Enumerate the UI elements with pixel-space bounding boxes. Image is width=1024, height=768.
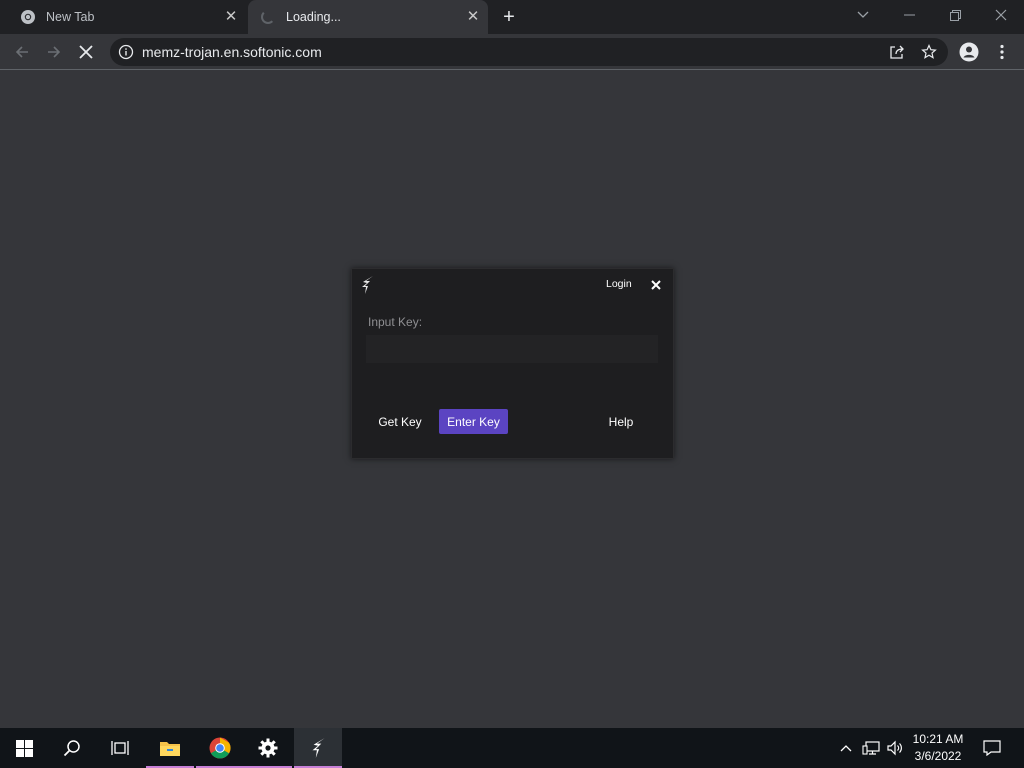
tab-search-icon[interactable] [840,0,886,30]
app-logo-taskbar-icon[interactable] [294,728,342,768]
site-info-icon[interactable] [118,44,134,60]
key-dialog: Login Input Key: Get Key Enter Key Help [351,268,674,459]
minimize-icon[interactable] [886,0,932,30]
close-window-icon[interactable] [978,0,1024,30]
forward-icon[interactable] [42,40,66,64]
plus-icon[interactable]: + [498,6,520,28]
chrome-icon [20,9,36,25]
close-tab-icon[interactable]: ✕ [224,9,238,24]
enter-key-button[interactable]: Enter Key [439,409,508,434]
clock-date: 3/6/2022 [914,749,962,763]
stop-loading-icon[interactable] [74,40,98,64]
key-input[interactable] [366,335,658,363]
tab-title: Loading... [286,10,341,24]
bookmark-star-icon[interactable] [920,43,938,61]
tab-title: New Tab [46,10,95,24]
task-view-icon[interactable] [96,728,144,768]
search-icon[interactable] [48,728,96,768]
tab-new-tab[interactable]: New Tab ✕ [8,0,246,34]
start-icon[interactable] [0,728,48,768]
network-icon[interactable] [860,728,882,768]
help-button[interactable]: Help [596,409,646,434]
app-logo-icon [360,275,374,295]
tab-loading[interactable]: Loading... ✕ [248,0,488,34]
address-bar[interactable]: memz-trojan.en.softonic.com [110,38,948,66]
tab-strip: New Tab ✕ Loading... ✕ + [0,0,1024,34]
taskbar: 10:21 AM 3/6/2022 [0,728,1024,768]
chevron-up-icon[interactable] [836,728,856,768]
back-icon[interactable] [10,40,34,64]
share-icon[interactable] [888,43,906,61]
close-tab-icon[interactable]: ✕ [466,9,480,24]
clock[interactable]: 10:21 AM 3/6/2022 [903,731,973,765]
clock-time: 10:21 AM [912,732,964,746]
restore-icon[interactable] [932,0,978,30]
chrome-taskbar-icon[interactable] [196,728,244,768]
file-explorer-icon[interactable] [146,728,194,768]
loading-spinner-icon [260,9,276,25]
url-text: memz-trojan.en.softonic.com [142,44,322,60]
notifications-icon[interactable] [980,728,1004,768]
settings-icon[interactable] [244,728,292,768]
get-key-button[interactable]: Get Key [372,409,428,434]
profile-avatar-icon[interactable] [957,40,981,64]
menu-kebab-icon[interactable] [990,40,1014,64]
close-icon[interactable] [650,278,662,290]
login-link[interactable]: Login [606,278,632,290]
browser-toolbar: memz-trojan.en.softonic.com [0,34,1024,70]
input-key-label: Input Key: [368,315,423,329]
